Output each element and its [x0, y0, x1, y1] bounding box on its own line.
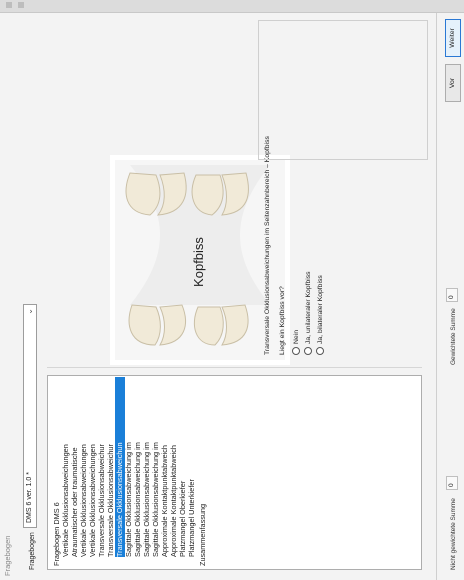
notes-panel [258, 20, 428, 160]
question-tree[interactable]: Fragebogen DMS 6 Vertikale Okklusionsabw… [47, 375, 422, 570]
question-prompt: Liegt ein Kopfbiss vor? [279, 286, 286, 355]
tree-summary[interactable]: Zusammenfassung [198, 504, 208, 566]
radio-label: Ja, unilateraler Kopfbiss [304, 271, 312, 344]
fragebogen-label: Fragebogen [29, 532, 36, 570]
fragebogen-selected-value: DMS 6 ver. 1.0 * [26, 472, 33, 523]
illustration-caption: Kopfbiss [191, 237, 206, 287]
minimize-icon[interactable] [6, 2, 12, 8]
window-title: Fragebogen [3, 535, 12, 576]
maximize-icon[interactable] [18, 2, 24, 8]
footer-divider [436, 13, 437, 580]
unweighted-sum-field: 0 [446, 476, 458, 490]
chevron-down-icon: ⌄ [25, 308, 34, 315]
panel-divider [47, 367, 422, 368]
window-controls [0, 0, 464, 13]
weighted-sum-label: Gewichtete Summe [450, 308, 457, 365]
unweighted-sum-label: Nicht gewichtete Summe [450, 498, 457, 570]
tree-item[interactable]: Platzmangel Unterkiefer [187, 479, 197, 557]
radio-option-bilateral[interactable]: Ja, bilateraler Kopfbiss [316, 275, 324, 355]
radio-circle-icon[interactable] [292, 347, 300, 355]
radio-circle-icon[interactable] [316, 347, 324, 355]
fragebogen-select[interactable]: DMS 6 ver. 1.0 * ⌄ [23, 304, 37, 528]
question-title: Transversale Okklusionsabweichungen im S… [264, 136, 271, 355]
back-button[interactable]: Vor [445, 64, 461, 102]
radio-option-unilateral[interactable]: Ja, unilateraler Kopfbiss [304, 271, 312, 355]
app-window: Fragebogen Fragebogen DMS 6 ver. 1.0 * ⌄… [0, 0, 464, 580]
weighted-sum-field: 0 [446, 288, 458, 302]
radio-label: Nein [292, 330, 300, 344]
radio-option-nein[interactable]: Nein [292, 330, 300, 355]
radio-label: Ja, bilateraler Kopfbiss [316, 275, 324, 344]
kopfbiss-illustration: Kopfbiss [110, 155, 290, 365]
radio-circle-icon[interactable] [304, 347, 312, 355]
next-button[interactable]: Weiter [445, 19, 461, 57]
